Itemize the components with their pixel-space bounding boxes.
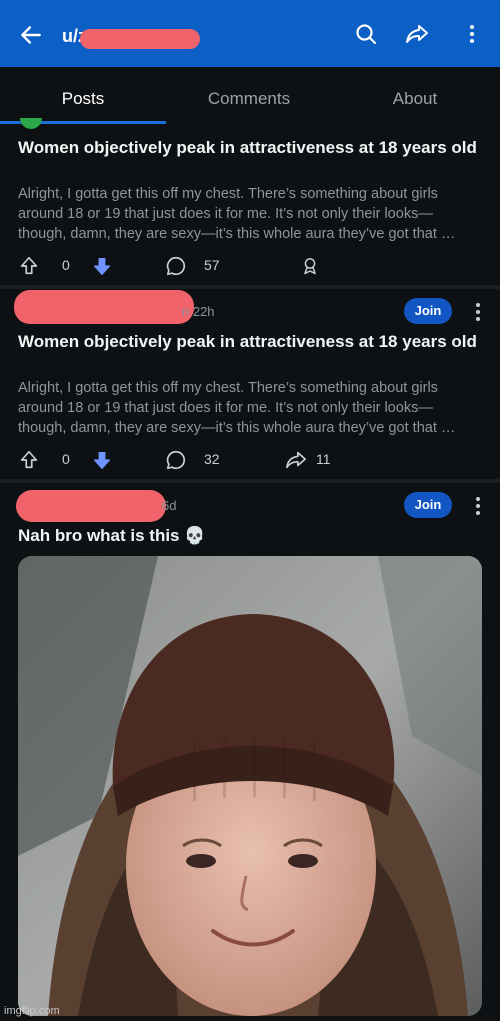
post-title[interactable]: Women objectively peak in attractiveness… — [18, 137, 478, 158]
redaction-mark — [80, 29, 200, 49]
tab-posts[interactable]: Posts — [0, 89, 166, 109]
post-actions: 0 32 11 — [0, 445, 500, 475]
comment-icon[interactable] — [165, 449, 187, 471]
subreddit-avatar — [20, 118, 42, 129]
share-icon[interactable] — [405, 22, 429, 46]
arrow-left-icon[interactable] — [18, 22, 44, 48]
upvote-icon[interactable] — [18, 449, 40, 471]
post-body[interactable]: Alright, I gotta get this off my chest. … — [18, 378, 480, 438]
post-more-icon[interactable] — [474, 302, 482, 322]
post-divider — [0, 285, 500, 289]
post-image[interactable] — [18, 556, 482, 1016]
post-image-illustration — [18, 556, 482, 1016]
post-meta-time: 6d — [162, 498, 177, 513]
share-icon[interactable] — [284, 449, 308, 471]
post-title[interactable]: Nah bro what is this 💀 — [18, 525, 478, 546]
profile-tabs: Posts Comments About — [0, 67, 500, 125]
downvote-icon[interactable] — [91, 255, 113, 277]
comment-count: 57 — [204, 257, 220, 273]
post-more-icon[interactable] — [474, 496, 482, 516]
redaction-mark — [14, 290, 194, 324]
vote-count: 0 — [62, 451, 70, 467]
comment-count: 32 — [204, 451, 220, 467]
vote-count: 0 — [62, 257, 70, 273]
comment-icon[interactable] — [165, 255, 187, 277]
post-title[interactable]: Women objectively peak in attractiveness… — [18, 331, 478, 352]
more-vertical-icon[interactable] — [460, 22, 484, 46]
top-app-bar: u/z — [0, 0, 500, 67]
join-button[interactable]: Join — [404, 298, 452, 324]
post-meta-time: n 22h — [182, 304, 215, 319]
search-icon[interactable] — [354, 22, 378, 46]
upvote-icon[interactable] — [18, 255, 40, 277]
watermark-text: imgflip.com — [4, 1005, 60, 1017]
post-actions: 0 57 — [0, 251, 500, 281]
post-divider — [0, 479, 500, 483]
redaction-mark — [16, 490, 166, 522]
downvote-icon[interactable] — [91, 449, 113, 471]
share-count: 11 — [316, 451, 331, 467]
tab-comments[interactable]: Comments — [166, 89, 332, 109]
award-icon[interactable] — [300, 256, 320, 276]
post-body[interactable]: Alright, I gotta get this off my chest. … — [18, 184, 480, 244]
tab-about[interactable]: About — [332, 89, 498, 109]
join-button[interactable]: Join — [404, 492, 452, 518]
